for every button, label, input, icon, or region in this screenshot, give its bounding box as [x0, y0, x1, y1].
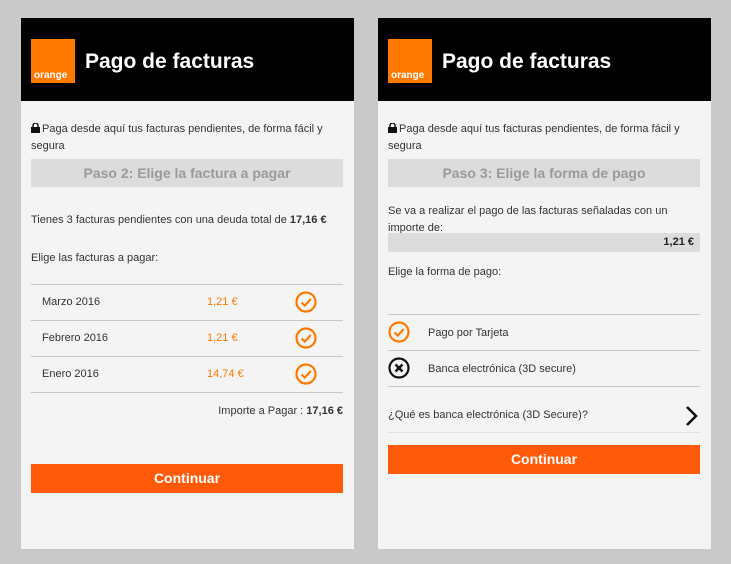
invoice-month: Enero 2016	[42, 368, 99, 380]
lock-icon	[31, 123, 40, 133]
intro-label: Paga desde aquí tus facturas pendientes,…	[388, 123, 680, 152]
header-bar: orange Pago de facturas	[21, 18, 354, 101]
choose-invoices-label: Elige las facturas a pagar:	[31, 252, 159, 264]
intro-text: Paga desde aquí tus facturas pendientes,…	[388, 121, 688, 155]
logo-text: orange	[34, 70, 68, 81]
check-icon[interactable]	[295, 363, 317, 385]
payment-amount: 1,21 €	[388, 233, 700, 252]
intro-text: Paga desde aquí tus facturas pendientes,…	[31, 121, 331, 155]
invoice-amount: 1,21 €	[207, 296, 238, 308]
step-indicator: Paso 2: Elige la factura a pagar	[31, 159, 343, 187]
total-label: Importe a Pagar :	[218, 405, 307, 417]
payment-method-panel: orange Pago de facturas Paga desde aquí …	[378, 18, 711, 549]
invoice-amount: 14,74 €	[207, 368, 244, 380]
close-circle-icon[interactable]	[388, 357, 410, 379]
invoice-row[interactable]: Marzo 2016 1,21 €	[31, 284, 343, 320]
invoice-amount: 1,21 €	[207, 332, 238, 344]
step-indicator: Paso 3: Elige la forma de pago	[388, 159, 700, 187]
continue-button[interactable]: Continuar	[388, 445, 700, 474]
page-title: Pago de facturas	[85, 50, 255, 73]
payment-method-3dsecure[interactable]: Banca electrónica (3D secure)	[388, 350, 700, 387]
payment-method-label: Banca electrónica (3D secure)	[428, 363, 576, 375]
lock-icon	[388, 123, 397, 133]
invoice-selection-panel: orange Pago de facturas Paga desde aquí …	[21, 18, 354, 549]
logo-text: orange	[391, 70, 425, 81]
orange-logo: orange	[388, 39, 432, 83]
invoice-month: Marzo 2016	[42, 296, 101, 308]
check-icon[interactable]	[388, 321, 410, 343]
choose-method-label: Elige la forma de pago:	[388, 266, 502, 278]
invoice-row[interactable]: Enero 2016 14,74 €	[31, 356, 343, 393]
page-title: Pago de facturas	[442, 50, 612, 73]
check-icon[interactable]	[295, 327, 317, 349]
invoice-month: Febrero 2016	[42, 332, 109, 344]
chevron-right-icon	[686, 406, 698, 426]
invoice-row[interactable]: Febrero 2016 1,21 €	[31, 320, 343, 356]
payment-method-label: Pago por Tarjeta	[428, 327, 509, 339]
amount-notice: Se va a realizar el pago de las facturas…	[388, 205, 668, 234]
check-icon[interactable]	[295, 291, 317, 313]
payment-method-card[interactable]: Pago por Tarjeta	[388, 314, 700, 350]
faq-link-3dsecure[interactable]: ¿Qué es banca electrónica (3D Secure)?	[388, 398, 700, 433]
faq-label: ¿Qué es banca electrónica (3D Secure)?	[388, 409, 588, 421]
header-bar: orange Pago de facturas	[378, 18, 711, 101]
total-amount: 17,16 €	[306, 405, 343, 417]
debt-summary: Tienes 3 facturas pendientes con una deu…	[31, 214, 327, 226]
total-to-pay: Importe a Pagar : 17,16 €	[218, 405, 343, 417]
debt-summary-text: Tienes 3 facturas pendientes con una deu…	[31, 214, 290, 226]
intro-label: Paga desde aquí tus facturas pendientes,…	[31, 123, 323, 152]
debt-summary-amount: 17,16 €	[289, 214, 327, 226]
continue-button[interactable]: Continuar	[31, 464, 343, 493]
orange-logo: orange	[31, 39, 75, 83]
